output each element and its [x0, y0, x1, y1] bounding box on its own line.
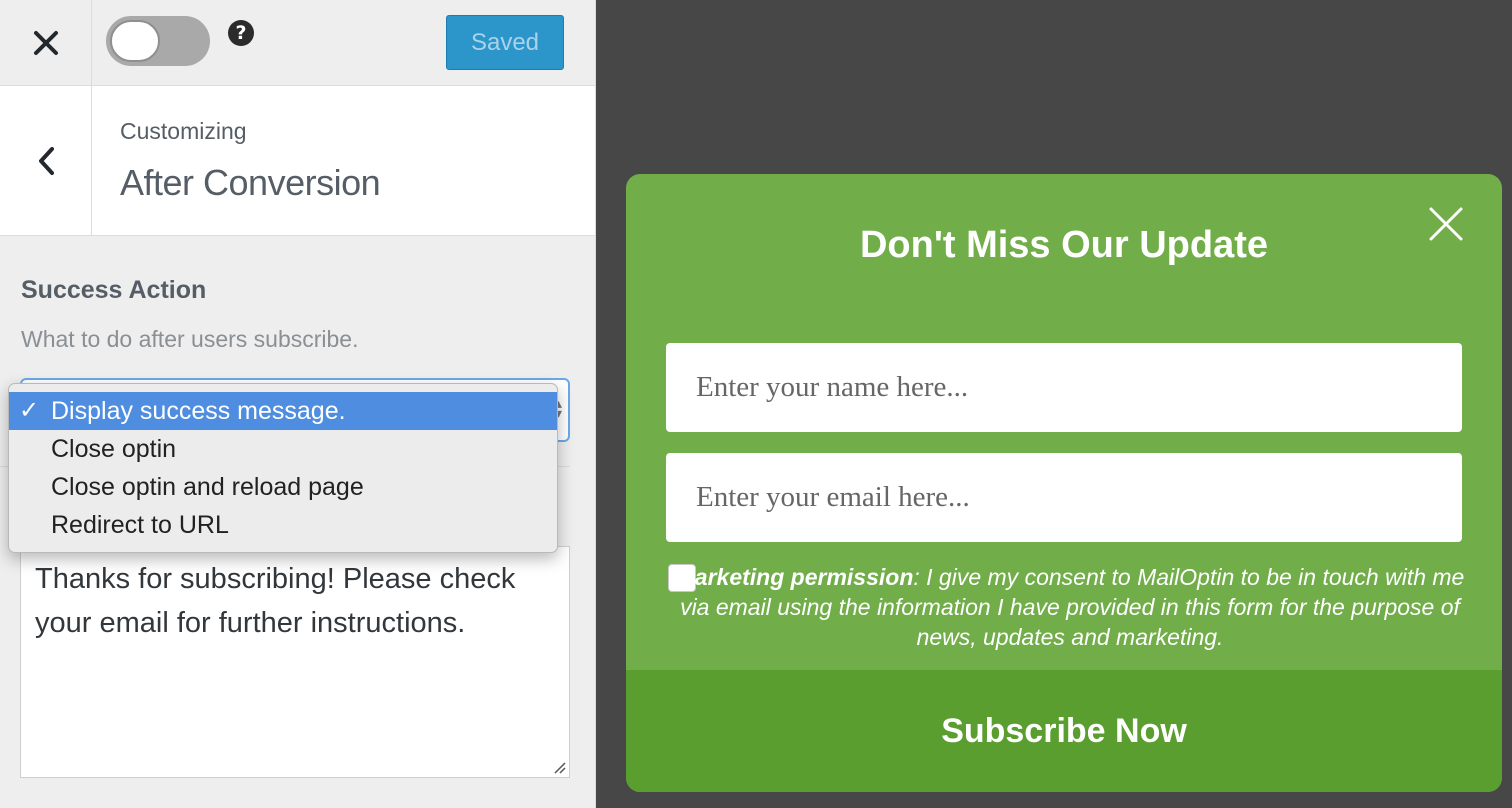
customizer-topbar: ? Saved	[0, 0, 595, 86]
success-action-label: Success Action	[21, 276, 207, 304]
customizer-panel: ? Saved Customizing After Conversion Suc…	[0, 0, 596, 808]
section-header: Customizing After Conversion	[0, 86, 595, 236]
back-button[interactable]	[0, 86, 92, 236]
option-label: Close optin and reload page	[51, 473, 364, 501]
option-label: Close optin	[51, 435, 177, 463]
page-title: After Conversion	[120, 162, 381, 203]
consent-bold-label: Marketing permission	[675, 564, 914, 590]
resize-handle-icon[interactable]	[552, 760, 566, 774]
toggle-switch[interactable]	[106, 16, 210, 66]
option-label: Redirect to URL	[51, 511, 229, 539]
optin-form-preview: Don't Miss Our Update Enter your name he…	[626, 174, 1502, 792]
subscribe-button[interactable]: Subscribe Now	[626, 670, 1502, 792]
consent-text: Marketing permission: I give my consent …	[670, 562, 1470, 652]
success-message-text: Thanks for subscribing! Please check you…	[35, 563, 516, 639]
chevron-left-icon	[38, 147, 54, 175]
name-input[interactable]: Enter your name here...	[666, 343, 1462, 432]
dropdown-option-close-reload[interactable]: Close optin and reload page	[9, 468, 557, 506]
customizing-label: Customizing	[120, 118, 247, 144]
success-message-textarea[interactable]: Thanks for subscribing! Please check you…	[20, 546, 570, 778]
email-placeholder: Enter your email here...	[696, 481, 970, 513]
help-icon[interactable]: ?	[228, 20, 254, 46]
name-placeholder: Enter your name here...	[696, 371, 969, 403]
checkmark-icon: ✓	[19, 397, 40, 424]
dropdown-option-close-optin[interactable]: Close optin	[9, 430, 557, 468]
option-label: Display success message.	[51, 397, 346, 425]
toggle-knob	[110, 20, 160, 62]
optin-headline: Don't Miss Our Update	[859, 224, 1269, 266]
dropdown-option-redirect[interactable]: Redirect to URL	[9, 506, 557, 544]
email-input[interactable]: Enter your email here...	[666, 453, 1462, 542]
dropdown-option-display-success[interactable]: ✓ Display success message.	[9, 392, 557, 430]
close-customizer-button[interactable]	[0, 0, 92, 86]
success-action-description: What to do after users subscribe.	[21, 326, 359, 352]
success-action-dropdown: ✓ Display success message. Close optin C…	[8, 383, 558, 553]
close-icon	[33, 31, 58, 55]
saved-button[interactable]: Saved	[446, 15, 564, 70]
